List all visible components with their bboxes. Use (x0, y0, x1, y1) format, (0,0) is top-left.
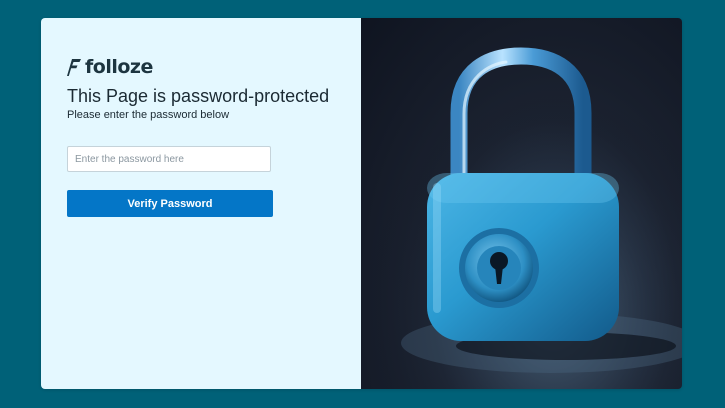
verify-password-button[interactable]: Verify Password (67, 190, 273, 217)
folloze-logo-icon (67, 58, 81, 76)
padlock-image (361, 18, 682, 389)
page-title: This Page is password-protected (67, 86, 330, 106)
brand-name: folloze (85, 56, 153, 78)
brand-logo: folloze (67, 56, 153, 78)
password-panel: folloze This Page is password-protected … (41, 18, 361, 389)
page-subtitle: Please enter the password below (67, 109, 230, 121)
password-input[interactable] (67, 146, 271, 172)
login-card: folloze This Page is password-protected … (41, 18, 682, 389)
padlock-image-panel (361, 18, 682, 389)
